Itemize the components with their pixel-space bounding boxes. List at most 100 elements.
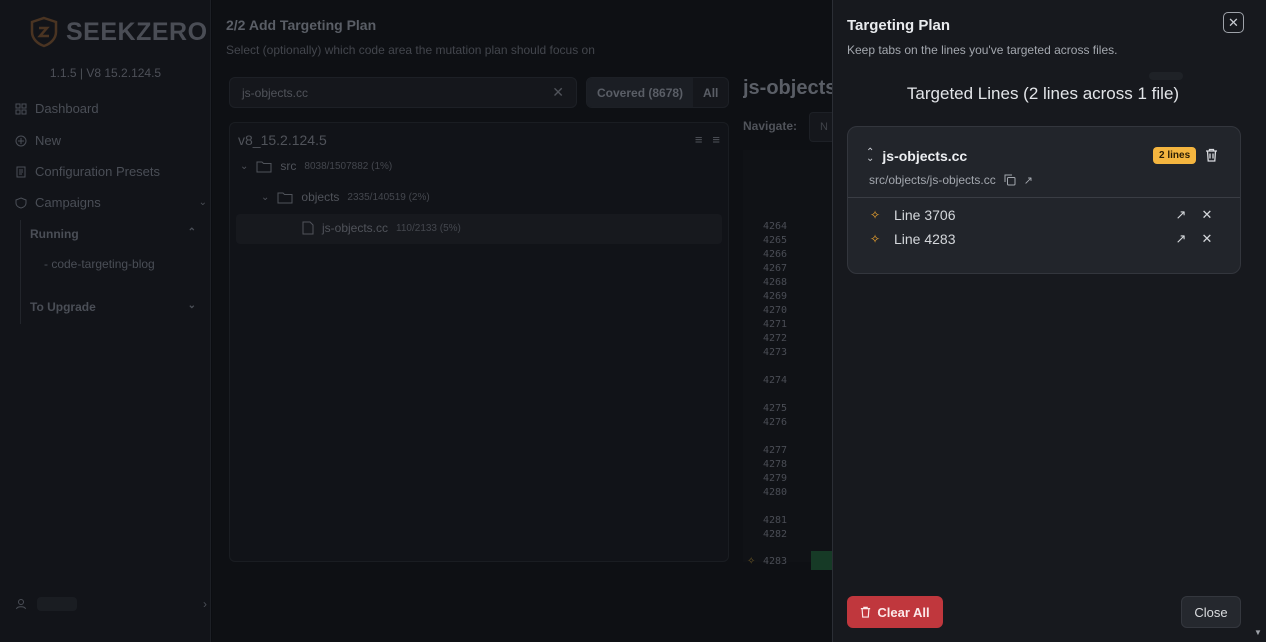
drawer-close-icon[interactable]: ✕ — [1223, 12, 1244, 33]
tree-row-objects[interactable]: ⌄ objects 2335/140519 (2%) — [261, 190, 430, 204]
sidebar-item-new[interactable]: New — [15, 133, 61, 148]
app-root: SEEKZERO 1.1.5 | V8 15.2.124.5 Dashboard… — [0, 0, 1266, 642]
resize-handle-icon[interactable]: ▼ — [1254, 628, 1262, 637]
sidebar-item-label: Dashboard — [35, 101, 99, 116]
drawer-title: Targeting Plan — [847, 17, 951, 34]
shield-icon — [15, 196, 27, 209]
user-info — [15, 597, 77, 611]
tree-item-coverage: 8038/1507882 (1%) — [304, 160, 393, 172]
drawer-subtitle: Keep tabs on the lines you've targeted a… — [847, 43, 1118, 57]
line-number[interactable]: 4282 — [763, 529, 787, 540]
line-number[interactable]: 4278 — [763, 459, 787, 470]
line-number[interactable]: 4275 — [763, 403, 787, 414]
page-subtitle: Select (optionally) which code area the … — [226, 43, 595, 57]
targeted-file-card: ⌃ ⌄ js-objects.cc 2 lines src/objects/js-… — [847, 126, 1241, 274]
file-card-header: ⌃ ⌄ js-objects.cc — [866, 148, 967, 165]
targeted-line-item[interactable]: ✧ Line 3706 ↗ ✕ — [870, 207, 1220, 223]
file-path-row: src/objects/js-objects.cc ↗ — [869, 173, 1033, 187]
line-number[interactable]: 4272 — [763, 333, 787, 344]
line-number[interactable]: 4264 — [763, 221, 787, 232]
code-gutter: 4264 4265 4266 4267 4268 4269 4270 4271 4272 4273… — [743, 150, 832, 570]
line-number[interactable]: 4265 — [763, 235, 787, 246]
navigate-label: Navigate: — [743, 119, 798, 133]
line-number[interactable]: 4271 — [763, 319, 787, 330]
file-search-input[interactable]: js-objects.cc ✕ — [229, 77, 577, 108]
line-number[interactable]: 4280 — [763, 487, 787, 498]
chevron-down-icon: ⌄ — [261, 191, 270, 203]
chevron-up-down-icon[interactable]: ⌃ ⌄ — [866, 148, 874, 164]
line-number[interactable]: 4283 — [763, 556, 787, 567]
go-to-line-icon[interactable]: ↗ — [1168, 231, 1194, 247]
tree-item-label: objects — [301, 190, 340, 204]
user-menu[interactable]: › — [15, 597, 207, 611]
copy-icon[interactable] — [1004, 174, 1016, 186]
targeted-line-label: Line 3706 — [894, 207, 956, 223]
remove-line-icon[interactable]: ✕ — [1194, 207, 1220, 223]
logo-text: SEEKZERO — [66, 17, 208, 46]
user-icon — [16, 599, 26, 610]
grid-icon — [15, 103, 27, 114]
clear-all-label: Clear All — [877, 604, 930, 620]
file-tree: v8_15.2.124.5 ≡ ≡ ⌄ src 8038/1507882 (1%… — [229, 122, 729, 562]
line-number[interactable]: 4268 — [763, 277, 787, 288]
blurred-element — [1149, 72, 1183, 80]
line-number[interactable]: 4281 — [763, 515, 787, 526]
sidebar-item-campaigns[interactable]: Campaigns ⌄ — [15, 195, 207, 210]
sidebar-item-dashboard[interactable]: Dashboard — [15, 101, 99, 116]
chevron-down-icon: ⌄ — [187, 300, 196, 311]
trash-icon[interactable] — [1205, 148, 1218, 162]
main-content: 2/2 Add Targeting Plan Select (optionall… — [212, 0, 832, 642]
folder-icon — [256, 161, 272, 172]
line-number[interactable]: 4277 — [763, 445, 787, 456]
tree-row-js-objects[interactable]: js-objects.cc 110/2133 (5%) — [302, 221, 461, 235]
line-number[interactable]: 4274 — [763, 375, 787, 386]
targeted-line-label: Line 4283 — [894, 231, 956, 247]
running-group-toggle[interactable]: Running ⌃ — [30, 227, 196, 241]
logo[interactable]: SEEKZERO — [30, 16, 208, 48]
plus-circle-icon — [15, 135, 27, 146]
remove-line-icon[interactable]: ✕ — [1194, 231, 1220, 247]
line-number[interactable]: 4267 — [763, 263, 787, 274]
line-number[interactable]: 4276 — [763, 417, 787, 428]
code-viewer: js-objects.cc Navigate: N 42644265426642… — [743, 70, 832, 570]
chevron-up-icon: ⌃ — [187, 227, 196, 238]
filter-covered-button[interactable]: Covered (8678) — [587, 78, 694, 107]
clear-all-button[interactable]: Clear All — [847, 596, 943, 628]
campaign-item-code-targeting-blog[interactable]: - code-targeting-blog — [44, 257, 155, 271]
upgrade-group-toggle[interactable]: To Upgrade ⌄ — [30, 300, 196, 314]
close-button[interactable]: Close — [1181, 596, 1241, 628]
sidebar-item-label: Configuration Presets — [35, 164, 161, 179]
sidebar-item-configuration-presets[interactable]: Configuration Presets — [15, 164, 160, 179]
tree-row-src[interactable]: ⌄ src 8038/1507882 (1%) — [240, 159, 392, 173]
line-number[interactable]: 4269 — [763, 291, 787, 302]
shield-logo-icon — [30, 16, 58, 48]
coverage-filter: Covered (8678) All — [586, 77, 730, 108]
chevron-right-icon: › — [203, 597, 207, 611]
chevron-down-icon: ⌄ — [198, 197, 207, 208]
code-file-title: js-objects.cc — [743, 77, 832, 99]
lines-count-badge: 2 lines — [1153, 147, 1197, 164]
navigate-select[interactable]: N — [809, 112, 832, 142]
collapse-all-icon[interactable]: ≡ — [712, 132, 720, 147]
expand-all-icon[interactable]: ≡ — [695, 132, 703, 147]
targeted-line-item[interactable]: ✧ Line 4283 ↗ ✕ — [870, 231, 1220, 247]
tree-item-label: src — [280, 159, 297, 173]
filter-all-button[interactable]: All — [693, 78, 728, 107]
external-link-icon[interactable]: ↗ — [1024, 174, 1033, 187]
go-to-line-icon[interactable]: ↗ — [1168, 207, 1194, 223]
tree-toolbar: ≡ ≡ — [695, 132, 720, 147]
document-icon — [16, 166, 26, 177]
page-title: 2/2 Add Targeting Plan — [226, 17, 377, 33]
divider — [848, 197, 1240, 198]
search-value: js-objects.cc — [242, 85, 309, 100]
target-marker-icon[interactable]: ✧ — [747, 556, 755, 567]
clear-search-icon[interactable]: ✕ — [552, 84, 564, 101]
running-label: Running — [30, 227, 79, 241]
tree-item-coverage: 110/2133 (5%) — [396, 222, 461, 234]
avatar — [37, 597, 77, 611]
tree-item-coverage: 2335/140519 (2%) — [347, 191, 430, 203]
line-number[interactable]: 4279 — [763, 473, 787, 484]
line-number[interactable]: 4266 — [763, 249, 787, 260]
line-number[interactable]: 4270 — [763, 305, 787, 316]
line-number[interactable]: 4273 — [763, 347, 787, 358]
